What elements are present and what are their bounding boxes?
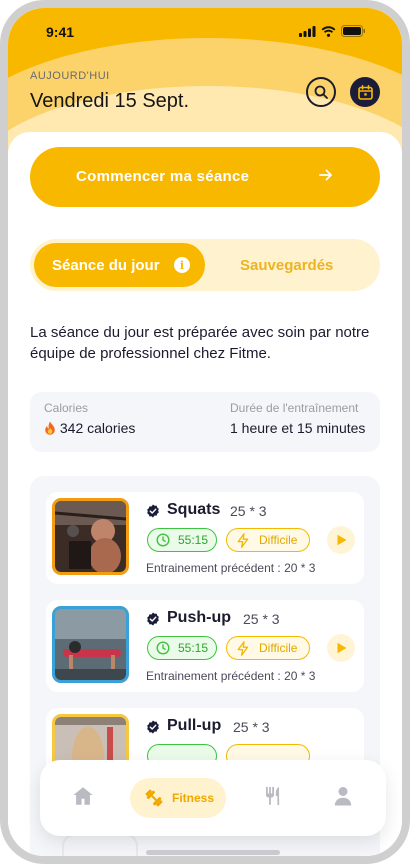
verified-icon bbox=[147, 720, 159, 734]
user-icon[interactable] bbox=[334, 786, 352, 806]
bolt-icon bbox=[237, 641, 249, 656]
search-icon bbox=[314, 85, 328, 99]
page-title: Vendredi 15 Sept. bbox=[30, 90, 190, 112]
exercise-level: Difficile bbox=[259, 533, 298, 547]
session-tabs: Séance du jour i Sauvegardés bbox=[30, 239, 380, 291]
tab-saved[interactable]: Sauvegardés bbox=[240, 257, 333, 274]
exercise-reps: 25 * 3 bbox=[243, 611, 280, 627]
exercise-level-badge: Difficile bbox=[226, 528, 310, 552]
exercise-thumbnail bbox=[52, 606, 129, 683]
search-button[interactable] bbox=[306, 77, 336, 107]
exercise-time: 55:15 bbox=[178, 641, 209, 655]
calories-label: Calories bbox=[44, 401, 89, 415]
play-button[interactable] bbox=[327, 526, 355, 554]
exercise-previous: Entrainement précédent : 20 * 3 bbox=[146, 561, 316, 575]
tab-today-session[interactable]: Séance du jour i bbox=[34, 243, 205, 287]
home-indicator[interactable] bbox=[146, 850, 280, 855]
exercise-card[interactable]: Squats 25 * 3 55:15 Difficile Entraineme… bbox=[46, 492, 364, 584]
exercise-reps: 25 * 3 bbox=[230, 503, 267, 519]
calories-value-wrap: 342 calories bbox=[44, 420, 135, 436]
status-time: 9:41 bbox=[46, 24, 75, 40]
verified-icon bbox=[147, 504, 159, 518]
exercise-name: Squats bbox=[167, 501, 221, 518]
exercise-name: Push-up bbox=[167, 609, 231, 626]
exercise-level-badge: Difficile bbox=[226, 636, 310, 660]
start-session-button[interactable]: Commencer ma séance bbox=[30, 147, 380, 207]
nav-fitness[interactable]: Fitness bbox=[130, 778, 226, 818]
nav-fitness-label: Fitness bbox=[172, 791, 215, 805]
duration-value: 1 heure et 15 minutes bbox=[230, 420, 366, 436]
exercise-reps: 25 * 3 bbox=[233, 719, 270, 735]
exercise-time-badge: 55:15 bbox=[147, 636, 217, 660]
play-icon bbox=[337, 642, 346, 654]
calendar-icon bbox=[357, 84, 373, 100]
info-icon[interactable]: i bbox=[174, 257, 190, 273]
cutlery-icon[interactable] bbox=[264, 786, 282, 806]
play-button[interactable] bbox=[327, 634, 355, 662]
calendar-button[interactable] bbox=[350, 77, 380, 107]
start-session-label: Commencer ma séance bbox=[76, 168, 250, 185]
timer-icon bbox=[156, 533, 170, 547]
session-description: La séance du jour est préparée avec soin… bbox=[30, 324, 370, 362]
exercise-level: Difficile bbox=[259, 641, 298, 655]
signal-icon bbox=[299, 25, 316, 37]
wifi-icon bbox=[321, 25, 336, 37]
status-bar: 9:41 bbox=[8, 8, 402, 52]
home-icon[interactable] bbox=[72, 786, 94, 806]
today-label: AUJOURD'HUI bbox=[30, 70, 110, 82]
fire-icon bbox=[45, 421, 55, 435]
dumbbell-icon bbox=[145, 789, 163, 807]
exercise-card[interactable]: Push-up 25 * 3 55:15 Difficile Entrainem… bbox=[46, 600, 364, 692]
battery-icon bbox=[341, 25, 365, 37]
play-icon bbox=[337, 534, 346, 546]
exercise-previous: Entrainement précédent : 20 * 3 bbox=[146, 669, 316, 683]
status-icons bbox=[299, 25, 366, 37]
session-stats: Calories 342 calories Durée de l'entraîn… bbox=[30, 392, 380, 452]
arrow-right-icon bbox=[319, 169, 332, 181]
duration-label: Durée de l'entraînement bbox=[230, 401, 359, 415]
exercise-thumbnail bbox=[52, 498, 129, 575]
bottom-navigation: Fitness bbox=[40, 760, 386, 836]
phone-frame: 9:41 AUJOURD'HUI Vendredi 15 Sept. Comme… bbox=[0, 0, 410, 864]
verified-icon bbox=[147, 612, 159, 626]
timer-icon bbox=[156, 641, 170, 655]
tab-today-label: Séance du jour bbox=[52, 257, 160, 274]
bolt-icon bbox=[237, 533, 249, 548]
exercise-name: Pull-up bbox=[167, 717, 222, 734]
calories-value: 342 calories bbox=[59, 420, 136, 436]
next-exercise-preview bbox=[62, 834, 138, 856]
exercise-time: 55:15 bbox=[178, 533, 209, 547]
exercise-time-badge: 55:15 bbox=[147, 528, 217, 552]
